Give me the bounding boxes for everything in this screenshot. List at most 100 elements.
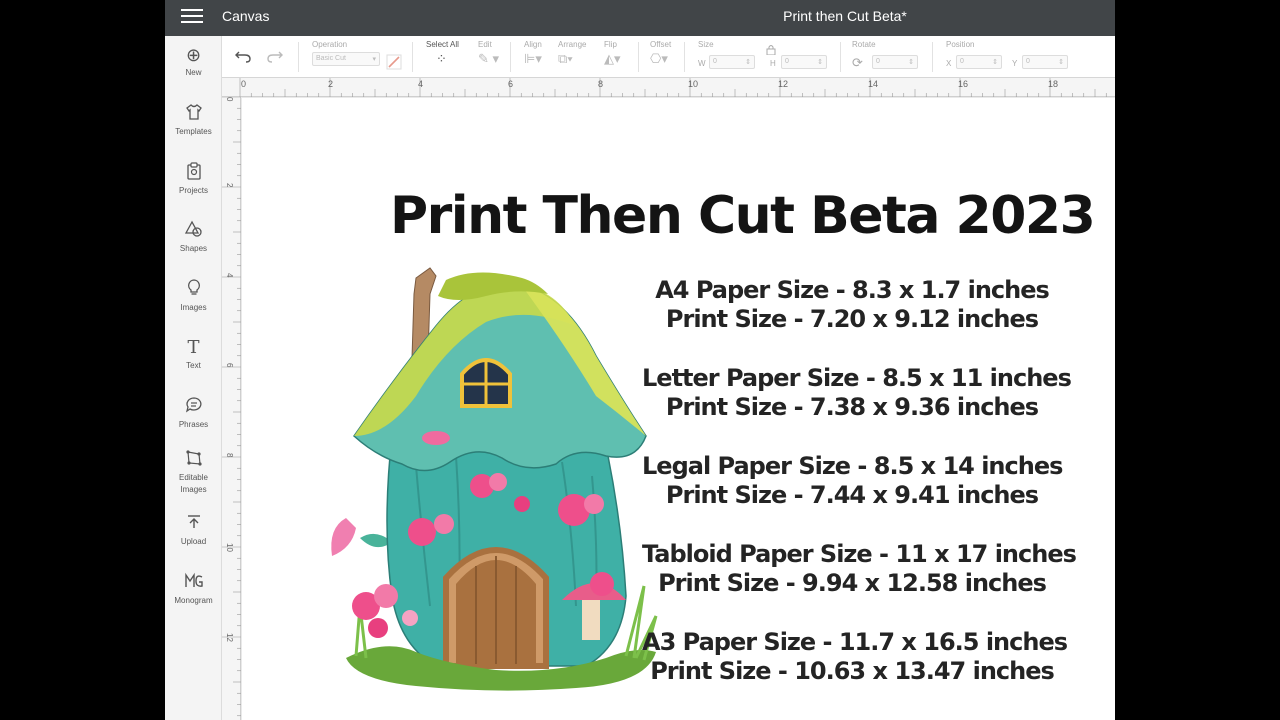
print-size-text: Print Size - 7.20 x 9.12 inches xyxy=(665,305,1039,333)
stepper-icon: ⇕ xyxy=(817,59,823,66)
sidebar-item-label-line2: Images xyxy=(180,485,207,494)
monogram-icon xyxy=(165,572,222,594)
edit-group[interactable]: Edit ✎ ▾ xyxy=(478,40,499,67)
rotate-group: Rotate xyxy=(852,40,876,49)
ruler-number: 0 xyxy=(225,97,234,102)
sidebar-item-label: Phrases xyxy=(178,420,209,429)
sidebar-item-monogram[interactable]: Monogram xyxy=(165,572,222,607)
paper-size-text: A3 Paper Size - 11.7 x 16.5 inches xyxy=(642,628,1068,656)
paper-size-list: A4 Paper Size - 8.3 x 1.7 inches Print S… xyxy=(642,276,1077,716)
y-position-input[interactable]: 0 ⇕ xyxy=(1022,55,1068,69)
arrange-group[interactable]: Arrange ⧉▾ xyxy=(558,40,586,67)
chevron-down-icon: ▾ xyxy=(372,56,376,63)
stepper-icon: ⇕ xyxy=(992,59,998,66)
left-sidebar: ⊕ New Templates Projects Shapes Images T… xyxy=(165,36,222,720)
align-group[interactable]: Align ⊫▾ xyxy=(524,40,542,67)
horizontal-ruler: 0 2 4 6 8 10 12 14 16 18 xyxy=(222,78,1115,97)
ruler-number: 6 xyxy=(225,363,234,368)
tshirt-icon xyxy=(165,103,222,125)
sidebar-item-label: Text xyxy=(186,361,201,370)
flip-group[interactable]: Flip ◭▾ xyxy=(604,40,621,67)
edit-label: Edit xyxy=(478,40,492,49)
sidebar-item-new[interactable]: ⊕ New xyxy=(165,44,222,79)
sidebar-item-shapes[interactable]: Shapes xyxy=(165,220,222,255)
canvas-headline[interactable]: Print Then Cut Beta 2023 xyxy=(390,186,1096,246)
rotate-input[interactable]: 0 ⇕ xyxy=(872,55,918,69)
height-input[interactable]: 0 ⇕ xyxy=(781,55,827,69)
stepper-icon: ⇕ xyxy=(908,59,914,66)
hamburger-menu-icon[interactable] xyxy=(181,9,203,26)
sidebar-item-images[interactable]: Images xyxy=(165,279,222,314)
toolbar-separator xyxy=(840,42,841,72)
offset-group[interactable]: Offset ⎔▾ xyxy=(650,40,671,67)
ruler-number: 12 xyxy=(225,633,234,642)
size-entry-legal[interactable]: Legal Paper Size - 8.5 x 14 inches Print… xyxy=(642,452,1063,540)
flip-icon: ◭▾ xyxy=(604,51,621,66)
sidebar-item-label: Projects xyxy=(179,186,208,195)
select-all-group[interactable]: Select All ⁘ xyxy=(426,40,459,67)
offset-icon: ⎔▾ xyxy=(650,51,668,66)
document-title[interactable]: Print then Cut Beta* xyxy=(725,8,965,24)
clipboard-icon xyxy=(165,162,222,184)
y-value: 0 xyxy=(1026,58,1030,65)
print-size-text: Print Size - 7.38 x 9.36 inches xyxy=(665,393,1039,421)
redo-icon xyxy=(267,51,283,63)
app-window: Canvas Print then Cut Beta* ⊕ New Templa… xyxy=(165,0,1115,720)
toolbar-separator xyxy=(638,42,639,72)
text-icon: T xyxy=(187,337,200,358)
edit-toolbar: Operation Basic Cut ▾ Select All ⁘ Edit ✎… xyxy=(222,36,1115,78)
toolbar-separator xyxy=(932,42,933,72)
paper-size-text: A4 Paper Size - 8.3 x 1.7 inches xyxy=(655,276,1050,304)
toolbar-separator xyxy=(510,42,511,72)
ruler-number: 12 xyxy=(778,79,789,89)
y-label: Y xyxy=(1012,59,1018,68)
size-entry-tabloid[interactable]: Tabloid Paper Size - 11 x 17 inches Prin… xyxy=(642,540,1077,628)
editable-images-icon xyxy=(165,449,222,471)
toolbar-separator xyxy=(684,42,685,72)
stepper-icon: ⇕ xyxy=(1058,59,1064,66)
undo-button[interactable] xyxy=(234,48,252,69)
ruler-number: 0 xyxy=(241,79,247,89)
redo-button[interactable] xyxy=(266,48,284,69)
size-label: Size xyxy=(698,40,714,49)
toolbar-separator xyxy=(298,42,299,72)
ruler-number: 4 xyxy=(418,79,424,89)
align-icon: ⊫▾ xyxy=(524,51,542,66)
ruler-number: 2 xyxy=(225,183,234,188)
paper-size-text: Tabloid Paper Size - 11 x 17 inches xyxy=(642,540,1077,568)
pen-swatch-icon xyxy=(386,54,402,70)
design-canvas[interactable]: Print Then Cut Beta 2023 A4 Paper Size -… xyxy=(242,98,1115,720)
arrange-icon: ⧉▾ xyxy=(558,51,573,66)
pen-color-swatch[interactable] xyxy=(386,54,402,75)
sidebar-item-projects[interactable]: Projects xyxy=(165,162,222,197)
vertical-ruler: 0 2 4 6 8 10 12 xyxy=(222,97,241,720)
operation-group: Operation Basic Cut ▾ xyxy=(312,40,380,66)
arrange-label: Arrange xyxy=(558,40,587,49)
sidebar-item-phrases[interactable]: Phrases xyxy=(165,396,222,431)
sidebar-item-templates[interactable]: Templates xyxy=(165,103,222,138)
sidebar-item-upload[interactable]: Upload xyxy=(165,513,222,548)
sidebar-item-editable-images[interactable]: Editable Images xyxy=(165,449,222,496)
x-label: X xyxy=(946,59,952,68)
select-all-icon: ⁘ xyxy=(436,51,447,66)
width-input[interactable]: 0 ⇕ xyxy=(709,55,755,69)
title-bar: Canvas Print then Cut Beta* xyxy=(165,0,1115,36)
size-entry-a3[interactable]: A3 Paper Size - 11.7 x 16.5 inches Print… xyxy=(642,628,1068,716)
fairy-house-image[interactable] xyxy=(326,266,666,694)
paper-size-text: Letter Paper Size - 8.5 x 11 inches xyxy=(642,364,1072,392)
align-label: Align xyxy=(524,40,542,49)
size-entry-a4[interactable]: A4 Paper Size - 8.3 x 1.7 inches Print S… xyxy=(642,276,1062,364)
horizontal-ruler-ticks xyxy=(239,78,1107,97)
position-label: Position xyxy=(946,40,975,49)
toolbar-separator xyxy=(412,42,413,72)
size-entry-letter[interactable]: Letter Paper Size - 8.5 x 11 inches Prin… xyxy=(642,364,1072,452)
stepper-icon: ⇕ xyxy=(745,59,751,66)
sidebar-item-text[interactable]: T Text xyxy=(165,337,222,372)
lock-aspect-button[interactable] xyxy=(766,42,776,60)
rotate-icon: ⟳ xyxy=(852,55,863,70)
ruler-number: 16 xyxy=(958,79,969,89)
x-position-input[interactable]: 0 ⇕ xyxy=(956,55,1002,69)
ruler-number: 6 xyxy=(508,79,514,89)
operation-select[interactable]: Basic Cut ▾ xyxy=(312,52,380,66)
flip-label: Flip xyxy=(604,40,617,49)
